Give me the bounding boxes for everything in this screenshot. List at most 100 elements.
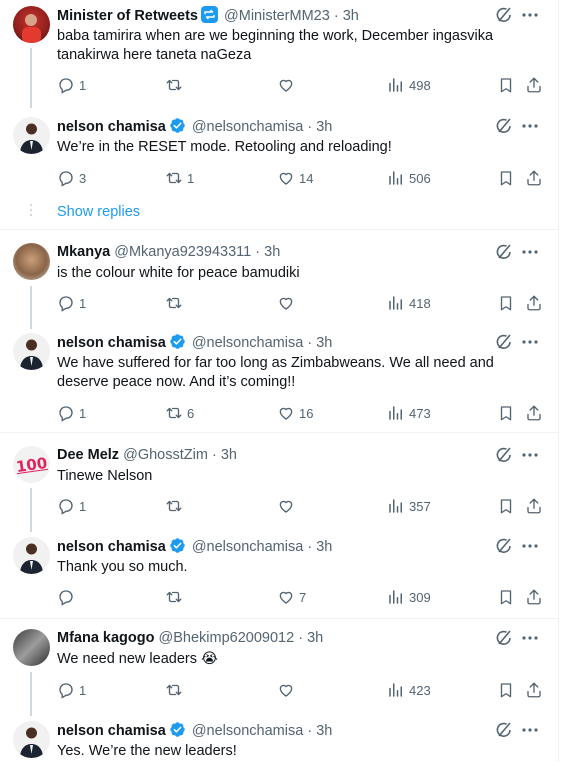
views-count: 506	[409, 170, 431, 186]
reply-button[interactable]	[57, 587, 79, 607]
timestamp[interactable]: 3h	[343, 8, 359, 24]
handle[interactable]: @GhosstZim	[123, 447, 208, 463]
avatar[interactable]	[13, 6, 50, 43]
handle[interactable]: @nelsonchamisa	[192, 539, 303, 555]
avatar[interactable]	[13, 537, 50, 574]
display-name[interactable]: Mkanya	[57, 244, 110, 260]
share-button[interactable]	[525, 403, 543, 423]
views-button[interactable]: 498	[387, 75, 431, 95]
views-button[interactable]: 473	[387, 403, 431, 423]
like-button[interactable]	[277, 293, 299, 313]
bookmark-button[interactable]	[497, 168, 515, 188]
handle[interactable]: @Mkanya923943311	[114, 244, 251, 260]
display-name[interactable]: Mfana kagogo	[57, 630, 154, 646]
avatar[interactable]	[13, 117, 50, 154]
share-button[interactable]	[525, 168, 543, 188]
avatar[interactable]	[13, 243, 50, 280]
more-icon[interactable]	[520, 445, 540, 465]
reply-button[interactable]: 1	[57, 496, 86, 516]
verified-badge-icon	[169, 333, 186, 355]
timestamp[interactable]: 3h	[221, 447, 237, 463]
views-button[interactable]: 418	[387, 293, 431, 313]
timestamp[interactable]: 3h	[316, 335, 332, 351]
more-icon[interactable]	[520, 536, 540, 556]
tweet-text: Yes. We’re the new leaders!	[57, 743, 237, 759]
thread-line	[30, 48, 32, 108]
bookmark-button[interactable]	[497, 403, 515, 423]
handle[interactable]: @nelsonchamisa	[192, 119, 303, 135]
retweet-button[interactable]	[165, 587, 187, 607]
retweet-button[interactable]	[165, 496, 187, 516]
avatar[interactable]	[13, 629, 50, 666]
like-button[interactable]: 16	[277, 403, 313, 423]
more-icon[interactable]	[520, 720, 540, 740]
more-icon[interactable]	[520, 628, 540, 648]
display-name[interactable]: nelson chamisa	[57, 119, 166, 135]
grok-icon[interactable]	[495, 721, 513, 739]
handle[interactable]: @MinisterMM23	[224, 8, 330, 24]
like-button[interactable]	[277, 75, 299, 95]
retweet-button[interactable]: 1	[165, 168, 194, 188]
reply-button[interactable]: 1	[57, 403, 86, 423]
handle[interactable]: @nelsonchamisa	[192, 335, 303, 351]
share-button[interactable]	[525, 680, 543, 700]
reply-button[interactable]: 1	[57, 75, 86, 95]
grok-icon[interactable]	[495, 333, 513, 351]
like-button[interactable]	[277, 680, 299, 700]
display-name[interactable]: nelson chamisa	[57, 335, 166, 351]
more-icon[interactable]	[520, 116, 540, 136]
views-button[interactable]: 309	[387, 587, 431, 607]
avatar[interactable]	[13, 333, 50, 370]
timestamp[interactable]: 3h	[316, 119, 332, 135]
share-button[interactable]	[525, 587, 543, 607]
like-button[interactable]: 14	[277, 168, 313, 188]
timestamp[interactable]: 3h	[307, 630, 323, 646]
bookmark-button[interactable]	[497, 680, 515, 700]
more-icon[interactable]	[520, 5, 540, 25]
views-button[interactable]: 506	[387, 168, 431, 188]
display-name[interactable]: nelson chamisa	[57, 539, 166, 555]
handle[interactable]: @Bhekimp62009012	[159, 630, 295, 646]
handle[interactable]: @nelsonchamisa	[192, 723, 303, 739]
share-icon	[525, 497, 543, 515]
avatar[interactable]	[13, 721, 50, 758]
bookmark-button[interactable]	[497, 293, 515, 313]
grok-icon[interactable]	[495, 117, 513, 135]
timestamp[interactable]: 3h	[316, 723, 332, 739]
share-button[interactable]	[525, 75, 543, 95]
tweet-text: Tinewe Nelson	[57, 468, 153, 484]
retweet-button[interactable]	[165, 680, 187, 700]
show-replies-link[interactable]: Show replies	[57, 204, 140, 220]
replies-count: 1	[79, 77, 87, 93]
share-button[interactable]	[525, 496, 543, 516]
views-button[interactable]: 357	[387, 496, 431, 516]
display-name[interactable]: Minister of Retweets	[57, 8, 198, 24]
grok-icon[interactable]	[495, 6, 513, 24]
like-button[interactable]: 7	[277, 587, 306, 607]
reply-button[interactable]: 3	[57, 168, 86, 188]
display-name[interactable]: Dee Melz	[57, 447, 119, 463]
retweet-button[interactable]	[165, 293, 187, 313]
grok-icon[interactable]	[495, 446, 513, 464]
reply-button[interactable]: 1	[57, 293, 86, 313]
like-button[interactable]	[277, 496, 299, 516]
bookmark-button[interactable]	[497, 496, 515, 516]
avatar[interactable]: 100	[13, 446, 50, 483]
bookmark-button[interactable]	[497, 75, 515, 95]
timestamp[interactable]: 3h	[264, 244, 280, 260]
grok-icon[interactable]	[495, 629, 513, 647]
timestamp[interactable]: 3h	[316, 539, 332, 555]
retweet-button[interactable]: 6	[165, 403, 194, 423]
grok-icon[interactable]	[495, 243, 513, 261]
retweet-button[interactable]	[165, 75, 187, 95]
bookmark-button[interactable]	[497, 587, 515, 607]
views-count: 418	[409, 295, 431, 311]
display-name[interactable]: nelson chamisa	[57, 723, 166, 739]
heart-icon	[277, 681, 295, 699]
reply-button[interactable]: 1	[57, 680, 86, 700]
share-button[interactable]	[525, 293, 543, 313]
more-icon[interactable]	[520, 242, 540, 262]
more-icon[interactable]	[520, 332, 540, 352]
grok-icon[interactable]	[495, 537, 513, 555]
views-button[interactable]: 423	[387, 680, 431, 700]
